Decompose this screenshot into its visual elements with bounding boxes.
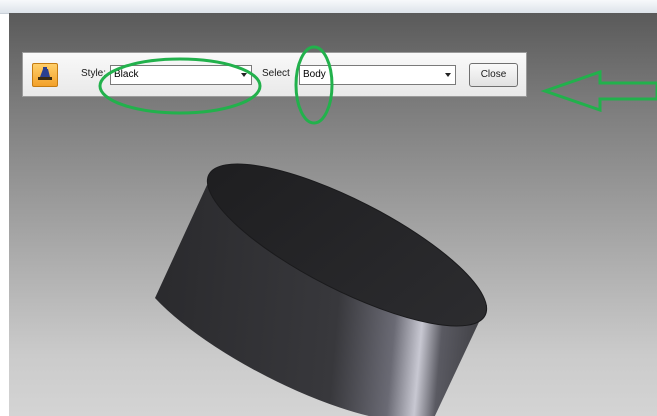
select-dropdown-value: Body: [303, 69, 326, 80]
style-dropdown[interactable]: Black: [110, 65, 252, 85]
appearance-style-icon[interactable]: [32, 63, 58, 87]
chevron-down-icon[interactable]: [445, 73, 451, 77]
appearance-toolbar: Style: Black Select Body Close: [22, 52, 527, 97]
chevron-down-icon[interactable]: [241, 73, 247, 77]
select-label: Select: [262, 68, 290, 79]
window-top-strip: [0, 0, 657, 14]
style-dropdown-value: Black: [114, 69, 139, 80]
select-dropdown[interactable]: Body: [299, 65, 456, 85]
style-label: Style:: [81, 68, 107, 79]
close-button[interactable]: Close: [469, 63, 518, 87]
